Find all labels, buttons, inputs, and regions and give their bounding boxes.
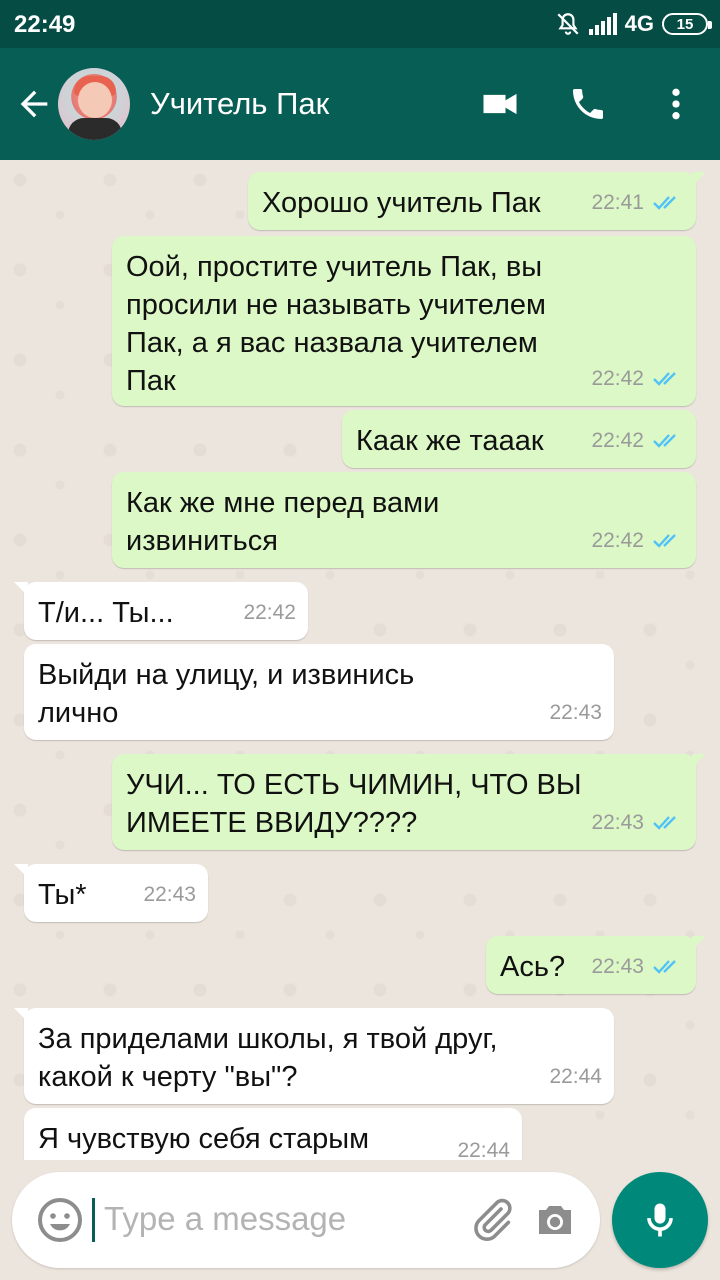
message-time: 22:44	[457, 1139, 510, 1160]
read-ticks-icon	[653, 534, 676, 548]
message-time: 22:41	[591, 191, 644, 214]
message-bubble-outgoing[interactable]: Оой, простите учитель Пак, вы просили не…	[112, 236, 696, 406]
contact-avatar[interactable]	[58, 68, 130, 140]
message-time: 22:42	[243, 601, 296, 624]
status-icons: 4G 15	[555, 10, 712, 38]
message-input-placeholder: Type a message	[104, 1200, 347, 1237]
paperclip-icon[interactable]	[468, 1194, 516, 1246]
battery-icon: 15	[662, 13, 712, 35]
camera-icon[interactable]	[530, 1196, 580, 1244]
signal-icon	[588, 13, 617, 35]
more-options-button[interactable]	[652, 80, 700, 128]
more-vert-icon	[672, 88, 680, 120]
microphone-icon	[647, 1203, 673, 1237]
message-text: Я чувствую себя старым	[38, 1123, 370, 1155]
video-call-button[interactable]	[476, 80, 524, 128]
read-ticks-icon	[653, 816, 676, 830]
contact-name[interactable]: Учитель Пак	[150, 86, 329, 122]
battery-level: 15	[676, 15, 694, 33]
message-bubble-incoming[interactable]: Ты* 22:43	[14, 864, 208, 922]
message-time: 22:43	[549, 701, 602, 724]
emoji-icon[interactable]	[36, 1196, 84, 1244]
status-bar: 22:49 4G 15	[0, 0, 720, 48]
network-type: 4G	[624, 11, 654, 36]
voice-call-button[interactable]	[564, 80, 612, 128]
message-input[interactable]: Type a message	[12, 1172, 600, 1268]
read-ticks-icon	[653, 372, 676, 386]
compose-bar: Type a message	[0, 1160, 720, 1280]
message-bubble-incoming[interactable]: Я чувствую себя старым 22:44	[24, 1108, 522, 1160]
message-time: 22:43	[591, 955, 644, 978]
message-time: 22:44	[549, 1065, 602, 1088]
muted-bell-icon	[557, 13, 579, 35]
read-ticks-icon	[653, 960, 676, 974]
record-voice-button[interactable]	[612, 1172, 708, 1268]
status-time: 22:49	[14, 11, 76, 38]
phone-icon	[573, 89, 603, 119]
message-bubble-incoming[interactable]: За приделами школы, я твой друг, какой к…	[14, 1008, 614, 1104]
message-bubble-incoming[interactable]: Т/и... Ты... 22:42	[14, 582, 308, 640]
video-camera-icon	[483, 93, 517, 115]
message-bubble-outgoing[interactable]: Хорошо учитель Пак 22:41	[248, 172, 706, 230]
message-time: 22:43	[143, 883, 196, 906]
message-bubble-outgoing[interactable]: Ась? 22:43	[486, 936, 706, 994]
chat-header: Учитель Пак	[0, 48, 720, 160]
message-time: 22:42	[591, 367, 644, 390]
back-arrow-icon[interactable]	[14, 84, 54, 124]
message-time: 22:43	[591, 811, 644, 834]
message-bubble-incoming[interactable]: Выйди на улицу, и извинись лично 22:43	[24, 644, 614, 740]
message-time: 22:42	[591, 529, 644, 552]
message-bubble-outgoing[interactable]: УЧИ... ТО ЕСТЬ ЧИМИН, ЧТО ВЫ ИМЕЕТЕ ВВИД…	[112, 754, 706, 850]
message-text: Выйди на улицу, и извинись лично	[38, 659, 415, 729]
read-ticks-icon	[653, 196, 676, 210]
message-bubble-outgoing[interactable]: Кaак же тааак 22:42	[342, 410, 696, 468]
message-list[interactable]: Хорошо учитель Пак 22:41 Оой, простите у…	[0, 160, 720, 1160]
message-text: За приделами школы, я твой друг, какой к…	[38, 1023, 498, 1093]
read-ticks-icon	[653, 434, 676, 448]
message-time: 22:42	[591, 429, 644, 452]
text-cursor	[92, 1198, 95, 1242]
message-bubble-outgoing[interactable]: Как же мне перед вами извиниться 22:42	[112, 472, 696, 568]
